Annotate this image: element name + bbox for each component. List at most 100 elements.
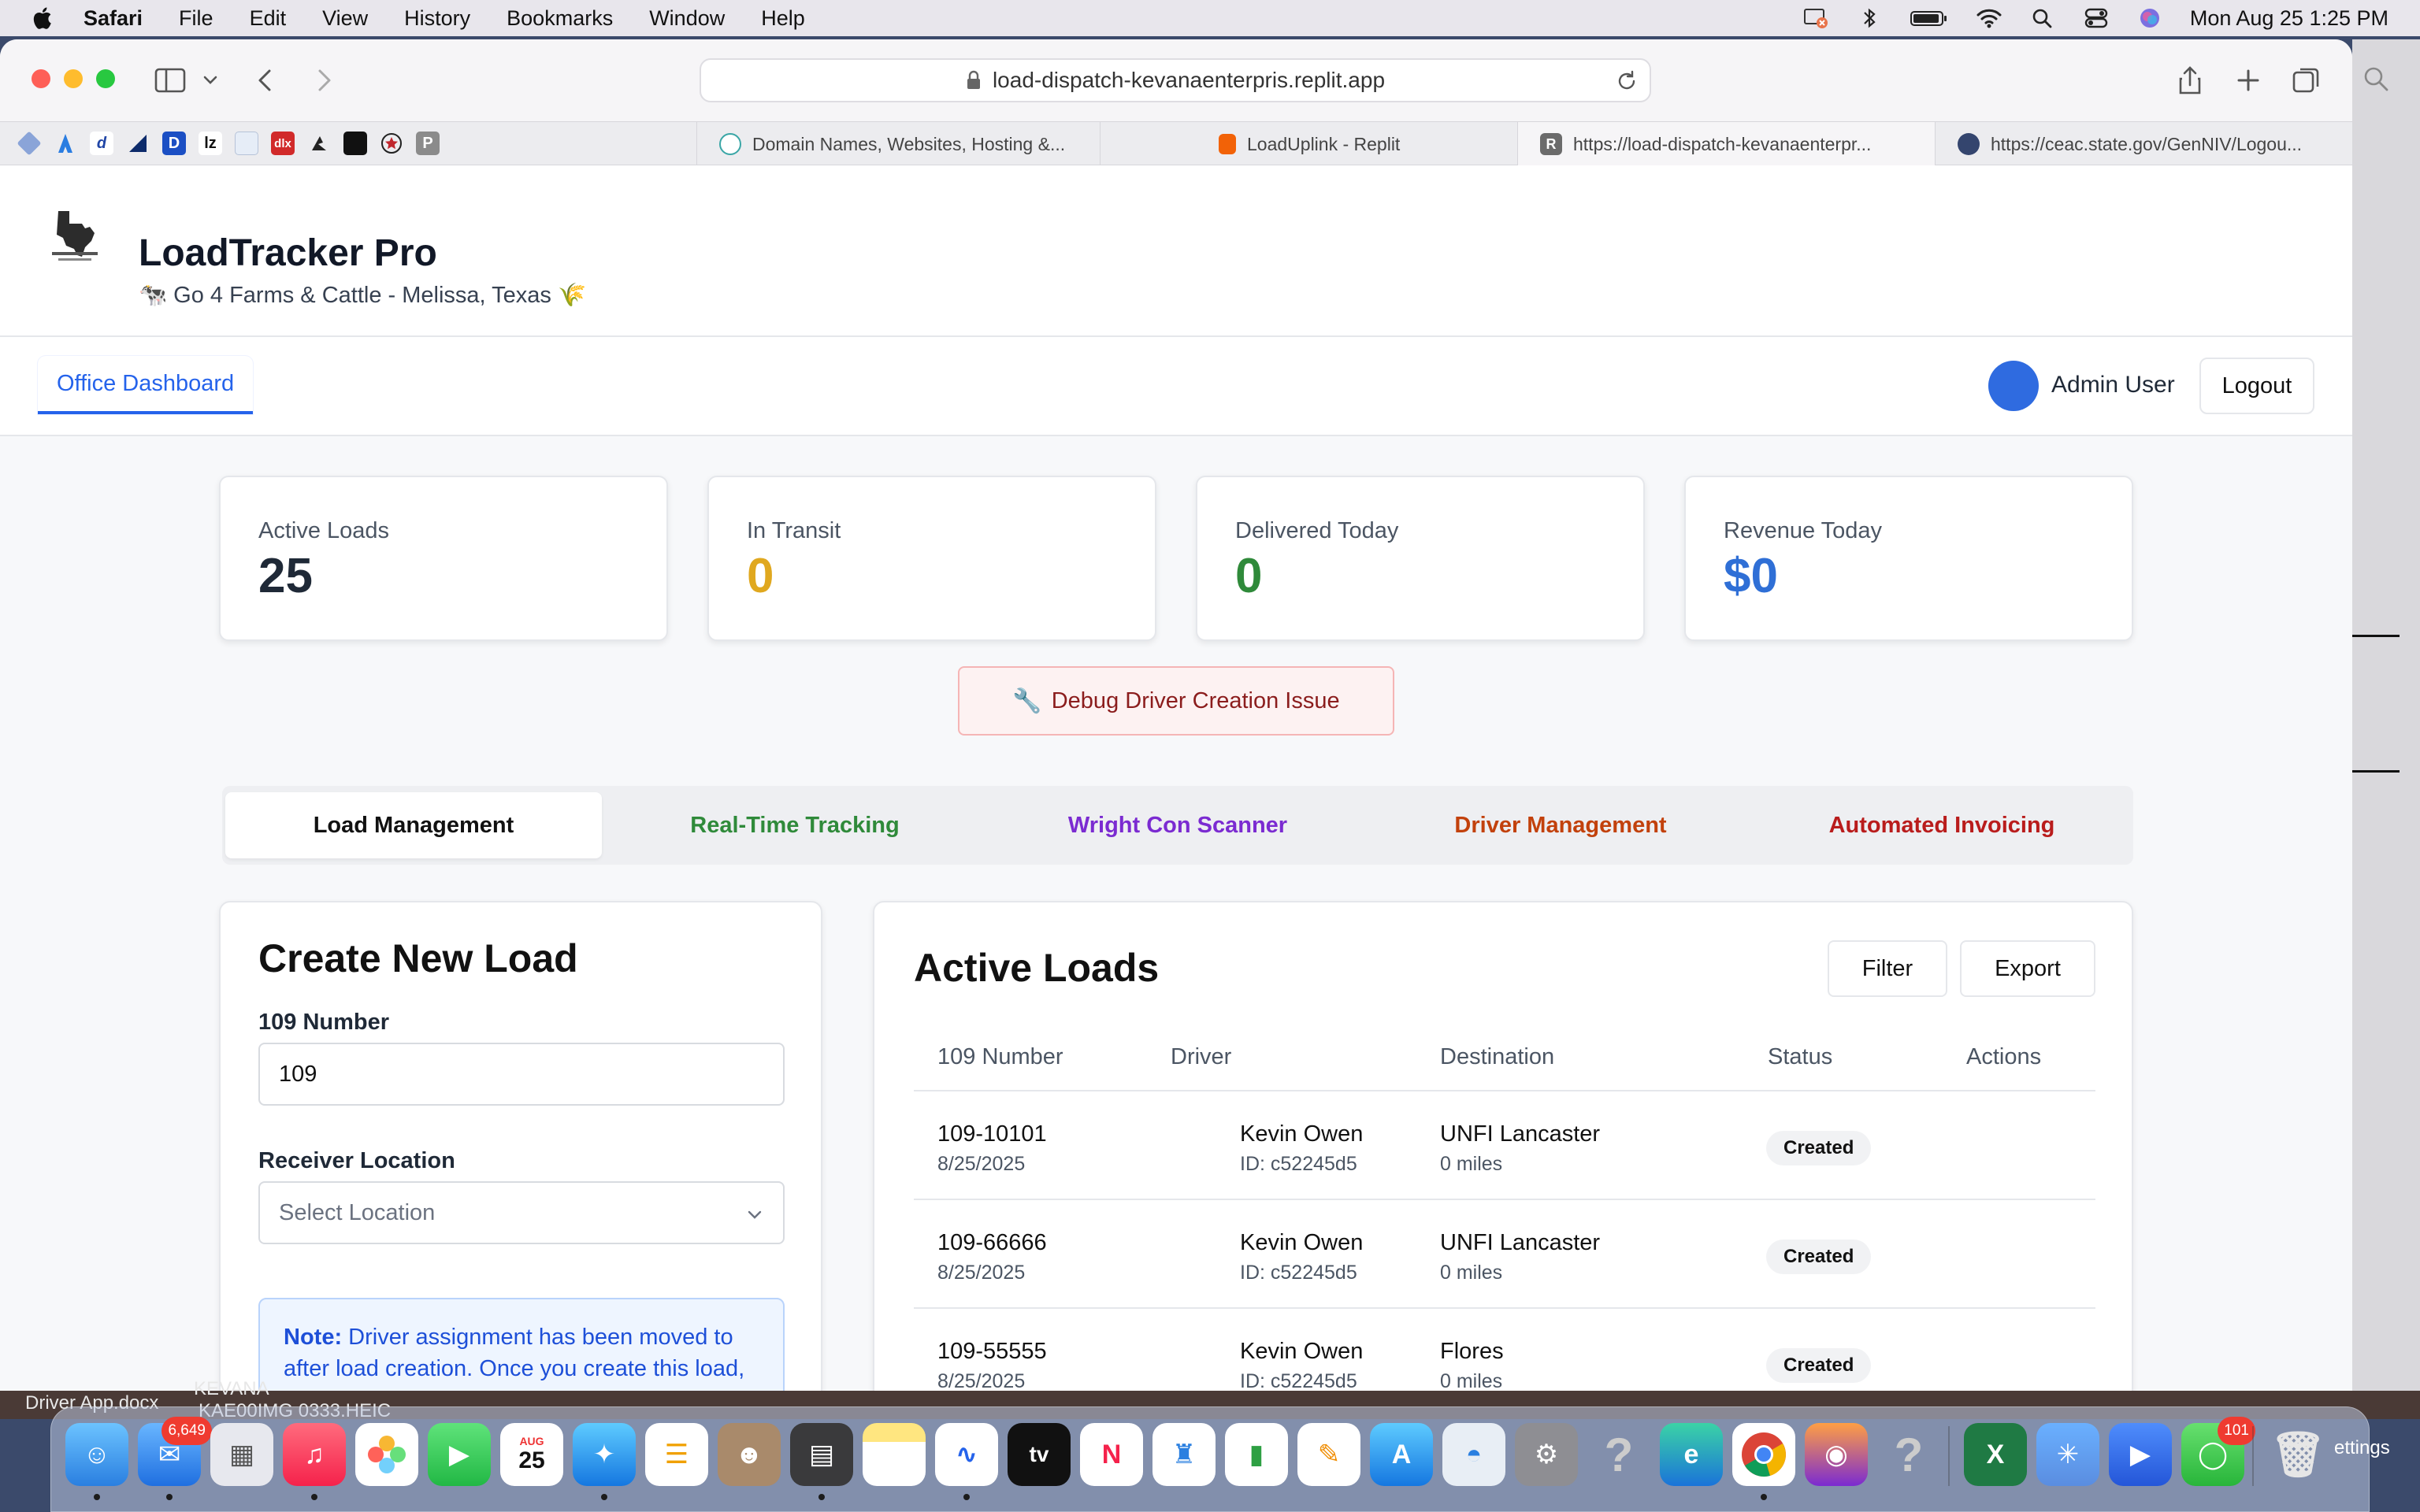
browser-tab[interactable]: LoadUplink - Replit bbox=[1100, 122, 1517, 166]
pages-icon[interactable]: ✎ bbox=[1297, 1423, 1360, 1486]
tab-driver-management[interactable]: Driver Management bbox=[1372, 792, 1749, 858]
desktop-file[interactable]: KEVANA bbox=[194, 1378, 269, 1400]
browser-tab[interactable]: https://ceac.state.gov/GenNIV/Logou... bbox=[1935, 122, 2352, 166]
firefox-icon[interactable]: ◉ bbox=[1805, 1423, 1868, 1486]
zoom-window-button[interactable] bbox=[96, 69, 115, 88]
address-bar[interactable]: load-dispatch-kevanaenterpris.replit.app bbox=[700, 58, 1651, 102]
system-settings-icon[interactable]: ⚙ bbox=[1515, 1423, 1578, 1486]
messages-icon[interactable]: ◯ 101 bbox=[2181, 1417, 2255, 1486]
favorite-link[interactable] bbox=[337, 121, 373, 165]
spotlight-search-icon[interactable] bbox=[2029, 6, 2056, 30]
filter-button[interactable]: Filter bbox=[1828, 940, 1947, 997]
tab-wright-con-scanner[interactable]: Wright Con Scanner bbox=[989, 792, 1366, 858]
apple-tv-icon[interactable]: tv bbox=[1008, 1423, 1071, 1486]
table-row[interactable]: 109-66666 8/25/2025 Kevin Owen ID: c5224… bbox=[914, 1200, 2095, 1309]
menu-view[interactable]: View bbox=[322, 6, 368, 31]
contacts-icon[interactable]: ☻ bbox=[718, 1423, 781, 1486]
network-app-icon[interactable]: ✳ bbox=[2036, 1423, 2099, 1486]
favorite-link[interactable]: dlx bbox=[265, 121, 301, 165]
tab-load-management[interactable]: Load Management bbox=[225, 792, 602, 858]
browser-tab-active[interactable]: R https://load-dispatch-kevanaenterpr... bbox=[1517, 122, 1935, 166]
reminders-icon[interactable]: ☰ bbox=[645, 1423, 708, 1486]
photos-icon[interactable] bbox=[355, 1423, 418, 1486]
menu-safari[interactable]: Safari bbox=[84, 6, 143, 31]
favorite-link[interactable]: d bbox=[84, 121, 120, 165]
notes-icon[interactable] bbox=[863, 1423, 926, 1486]
siri-icon[interactable] bbox=[2136, 6, 2163, 30]
load-date: 8/25/2025 bbox=[937, 1153, 1026, 1175]
menubar-clock[interactable]: Mon Aug 25 1:25 PM bbox=[2190, 6, 2388, 31]
browser-tab[interactable]: Domain Names, Websites, Hosting &... bbox=[696, 122, 1100, 166]
music-icon[interactable]: ♫ bbox=[283, 1423, 346, 1486]
number-input[interactable]: 109 bbox=[258, 1043, 785, 1106]
favorite-link[interactable] bbox=[120, 121, 156, 165]
running-indicator bbox=[601, 1494, 607, 1500]
table-row[interactable]: 109-10101 8/25/2025 Kevin Owen ID: c5224… bbox=[914, 1091, 2095, 1200]
sidebar-toggle-icon[interactable] bbox=[153, 63, 187, 98]
launchpad-icon[interactable]: ▦ bbox=[210, 1423, 273, 1486]
chevron-down-icon[interactable] bbox=[199, 63, 222, 98]
avatar[interactable] bbox=[1988, 361, 2039, 411]
menu-file[interactable]: File bbox=[179, 6, 213, 31]
app-store-icon[interactable]: A bbox=[1370, 1423, 1433, 1486]
back-arrow-icon[interactable] bbox=[249, 63, 284, 98]
tab-overview-icon[interactable] bbox=[2289, 63, 2324, 98]
favorite-link[interactable] bbox=[11, 121, 47, 165]
favorite-link[interactable] bbox=[228, 121, 265, 165]
favorite-link[interactable]: P bbox=[410, 121, 446, 165]
minimize-window-button[interactable] bbox=[64, 69, 83, 88]
freeform-icon[interactable]: ∿ bbox=[935, 1423, 998, 1486]
calendar-icon[interactable]: AUG 25 bbox=[500, 1423, 563, 1486]
debug-driver-button[interactable]: 🔧 Debug Driver Creation Issue bbox=[958, 666, 1394, 736]
battery-icon[interactable] bbox=[1910, 6, 1949, 30]
favorite-link[interactable] bbox=[301, 121, 337, 165]
control-center-icon[interactable] bbox=[2083, 6, 2110, 30]
keynote-icon[interactable]: ♜ bbox=[1152, 1423, 1216, 1486]
disk-utility-icon[interactable]: ◓ bbox=[1442, 1423, 1505, 1486]
stat-label: Revenue Today bbox=[1724, 518, 1883, 543]
new-tab-icon[interactable] bbox=[2231, 63, 2266, 98]
menu-window[interactable]: Window bbox=[649, 6, 725, 31]
safari-window: load-dispatch-kevanaenterpris.replit.app… bbox=[0, 39, 2352, 1391]
reload-icon[interactable] bbox=[1615, 69, 1639, 93]
trash-icon[interactable]: 🗑 bbox=[2266, 1423, 2329, 1486]
user-name: Admin User bbox=[2051, 372, 2175, 398]
menu-history[interactable]: History bbox=[404, 6, 470, 31]
numbers-icon[interactable]: ▮ bbox=[1225, 1423, 1288, 1486]
unknown-app-icon[interactable]: ? bbox=[1587, 1423, 1650, 1486]
screen-share-off-icon[interactable] bbox=[1802, 6, 1829, 30]
table-row[interactable]: 109-55555 8/25/2025 Kevin Owen ID: c5224… bbox=[914, 1309, 2095, 1391]
calculator-icon[interactable]: ▤ bbox=[790, 1423, 853, 1486]
favorite-link[interactable] bbox=[373, 121, 410, 165]
tab-office-dashboard[interactable]: Office Dashboard bbox=[38, 356, 254, 414]
load-date: 8/25/2025 bbox=[937, 1370, 1026, 1391]
favorite-link[interactable]: D bbox=[156, 121, 192, 165]
share-icon[interactable] bbox=[2173, 63, 2207, 98]
forward-arrow-icon[interactable] bbox=[306, 63, 340, 98]
export-button[interactable]: Export bbox=[1960, 940, 2095, 997]
video-app-icon[interactable]: ▶ bbox=[2109, 1423, 2172, 1486]
bluetooth-icon[interactable] bbox=[1856, 6, 1883, 30]
menu-help[interactable]: Help bbox=[761, 6, 805, 31]
menu-bookmarks[interactable]: Bookmarks bbox=[507, 6, 613, 31]
news-icon[interactable]: N bbox=[1080, 1423, 1143, 1486]
unknown-app-icon[interactable]: ? bbox=[1877, 1423, 1940, 1486]
finder-icon[interactable]: ☺ bbox=[65, 1423, 128, 1486]
close-window-button[interactable] bbox=[32, 69, 50, 88]
apple-menu-icon[interactable] bbox=[30, 5, 57, 32]
mail-icon[interactable]: ✉ 6,649 bbox=[138, 1417, 212, 1486]
logout-button[interactable]: Logout bbox=[2199, 358, 2314, 414]
favorite-link[interactable] bbox=[47, 121, 84, 165]
safari-icon[interactable]: ✦ bbox=[573, 1423, 636, 1486]
facetime-icon[interactable]: ▶ bbox=[428, 1423, 491, 1486]
menu-edit[interactable]: Edit bbox=[250, 6, 287, 31]
edge-icon[interactable]: e bbox=[1660, 1423, 1723, 1486]
running-indicator bbox=[1761, 1494, 1767, 1500]
tab-real-time-tracking[interactable]: Real-Time Tracking bbox=[607, 792, 983, 858]
tab-automated-invoicing[interactable]: Automated Invoicing bbox=[1754, 792, 2130, 858]
excel-icon[interactable]: X bbox=[1964, 1423, 2027, 1486]
receiver-location-select[interactable]: Select Location bbox=[258, 1181, 785, 1244]
wifi-icon[interactable] bbox=[1976, 6, 2002, 30]
chrome-icon[interactable] bbox=[1732, 1423, 1795, 1486]
favorite-link[interactable]: lz bbox=[192, 121, 228, 165]
